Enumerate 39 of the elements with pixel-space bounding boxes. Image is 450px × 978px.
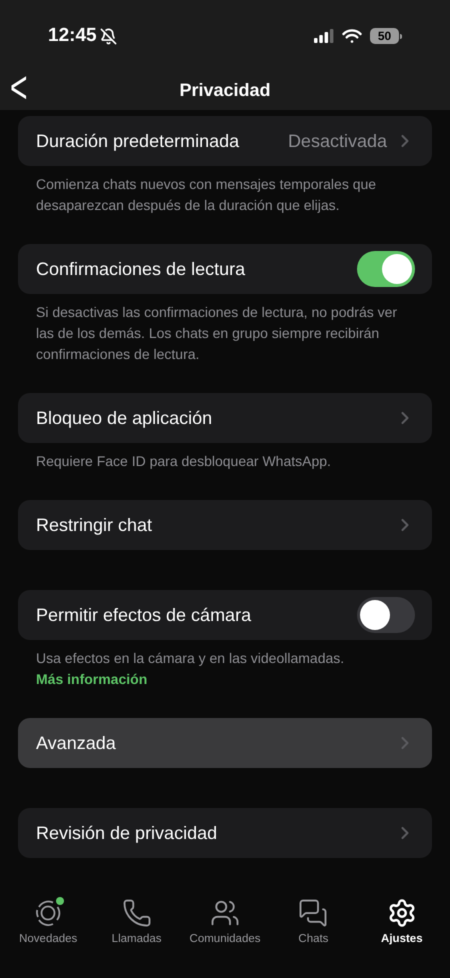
settings-icon	[386, 898, 417, 928]
settings-row[interactable]: Confirmaciones de lectura	[18, 244, 432, 294]
footnote-text: Usa efectos en la cámara y en las videollamadas. Más información	[35, 649, 346, 689]
row-value: Desactivada	[288, 130, 387, 152]
tab-bar-item[interactable]: Chats	[269, 898, 358, 948]
toggle-switch[interactable]	[357, 251, 415, 287]
footnote-text: Si desactivas las confirmaciones de lectura, no podrás ver las de los demás. Los chats en grupo siempre recibirán confirmaciones de lectura.	[35, 303, 398, 364]
signal-icon	[314, 29, 334, 43]
wifi-icon	[342, 28, 362, 44]
settings-row[interactable]: Permitir efectos de cámara	[18, 590, 432, 640]
phone-icon	[122, 898, 152, 928]
row-label: Confirmaciones de lectura	[36, 258, 246, 280]
footnote-text: Comienza chats nuevos con mensajes temporales que desaparezcan después de la duración que elijas.	[35, 175, 378, 215]
more-info-link[interactable]: Más información	[36, 671, 148, 687]
status-time: 12:45	[48, 24, 97, 48]
tab-bar-item[interactable]: Novedades	[4, 898, 92, 948]
footnote-text: Requiere Face ID para desbloquear WhatsApp.	[35, 452, 332, 471]
people-icon	[210, 898, 240, 928]
screen-title: Privacidad	[179, 78, 271, 102]
row-label: Avanzada	[36, 732, 117, 754]
toggle-switch[interactable]	[357, 597, 415, 633]
settings-row[interactable]: Duración predeterminada Desactivada	[18, 116, 432, 166]
tab-bar-item[interactable]: Llamadas	[92, 898, 181, 948]
settings-row[interactable]: Revisión de privacidad	[18, 808, 432, 858]
tab-bar-item[interactable]: Comunidades	[180, 898, 270, 948]
row-label: Bloqueo de aplicación	[36, 406, 214, 430]
status-circle-icon	[33, 898, 64, 928]
settings-row[interactable]: Bloqueo de aplicación	[18, 393, 432, 443]
settings-row[interactable]: Restringir chat	[18, 500, 432, 550]
settings-row[interactable]: Avanzada	[18, 718, 432, 768]
row-label: Permitir efectos de cámara	[36, 604, 252, 626]
row-label: Restringir chat	[36, 514, 154, 537]
battery-indicator: 50	[370, 28, 402, 44]
tab-bar-item[interactable]: Ajustes	[358, 898, 446, 948]
mute-icon	[100, 28, 117, 44]
row-label: Revisión de privacidad	[36, 822, 218, 845]
back-button[interactable]: <	[10, 66, 28, 112]
row-label: Duración predeterminada	[36, 130, 240, 153]
chat-bubbles-icon	[298, 898, 328, 928]
